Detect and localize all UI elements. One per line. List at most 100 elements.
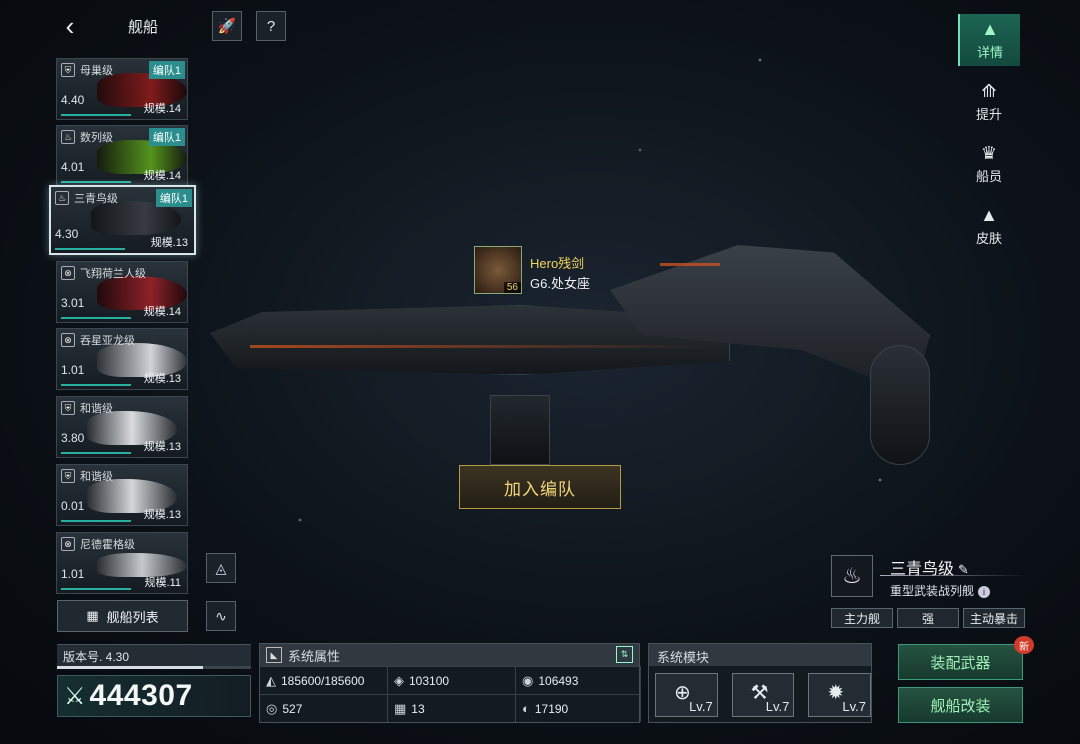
attr-speed: ◎ 527: [260, 694, 388, 722]
ship-scale: 规模.13: [143, 373, 181, 385]
attr-storage: ◐ 17190: [516, 694, 641, 722]
ship-name: 吞星亚龙级: [80, 335, 135, 347]
equip-weapons-button[interactable]: 装配武器: [898, 644, 1023, 680]
system-modules-panel: 系统模块 ⊕ Lv.7 ⚒ Lv.7 ✹ Lv.7: [648, 643, 872, 723]
page-title: 舰船: [128, 18, 159, 36]
top-bar: ‹ 舰船 🚀 ?: [56, 11, 286, 41]
ship-card[interactable]: ⛨ 和谐级 3.80 规模.13: [56, 396, 188, 458]
storage-icon: ◐: [522, 701, 530, 716]
tag-active-crit: 主动暴击: [963, 608, 1025, 628]
cross-icon: ⊗: [61, 333, 75, 347]
ship-scale: 规模.14: [143, 170, 181, 182]
join-fleet-button[interactable]: 加入编队: [459, 465, 621, 509]
version-label: 版本号. 4.30: [57, 644, 251, 666]
attr-armor: ◈ 103100: [388, 666, 516, 694]
ship-progress-bar: [61, 384, 131, 386]
tab-label: 皮肤: [975, 230, 1002, 246]
grid-icon: ▦: [394, 700, 407, 716]
question-icon: ?: [266, 17, 276, 35]
ship-card[interactable]: ⛨ 和谐级 0.01 规模.13: [56, 464, 188, 526]
ship-card[interactable]: ⛨ 母巢级 编队1 4.40 规模.14: [56, 58, 188, 120]
ship-name: 和谐级: [80, 403, 113, 415]
ship-card[interactable]: ⊗ 吞星亚龙级 1.01 规模.13: [56, 328, 188, 390]
modules-title: 系统模块: [649, 644, 871, 666]
ship-scale: 规模.13: [143, 509, 181, 521]
attributes-header: ◣ 系统属性 ⇅: [260, 644, 639, 666]
ship-list-button[interactable]: ▦ 舰船列表: [57, 600, 188, 632]
hp-icon: ◭: [266, 672, 276, 688]
module-targeting[interactable]: ⊕ Lv.7: [655, 673, 718, 717]
ship-progress-bar: [61, 114, 131, 116]
ship-card[interactable]: ⊗ 飞翔荷兰人级 3.01 规模.14: [56, 261, 188, 323]
ship-progress-bar: [61, 317, 131, 319]
fleet-badge: 编队1: [155, 189, 192, 207]
ship-version: 4.30: [55, 227, 79, 241]
ship-version: 4.40: [61, 93, 85, 107]
ship-scale: 规模.14: [143, 306, 181, 318]
skin-icon: ▲: [980, 204, 998, 225]
ship-icon: ▲: [981, 18, 999, 39]
ship-scale: 规模.11: [144, 577, 181, 589]
tab-skin[interactable]: ▲ 皮肤: [958, 200, 1020, 252]
toggle-icon[interactable]: ⇅: [616, 646, 633, 663]
ship-name: 和谐级: [80, 471, 113, 483]
ship-progress-bar: [61, 181, 131, 183]
tab-details[interactable]: ▲ 详情: [958, 14, 1020, 66]
shield-icon: ⛨: [61, 469, 75, 483]
grid-icon: ▦: [86, 608, 99, 623]
ship-progress-bar: [61, 588, 131, 590]
back-arrow-icon[interactable]: ‹: [56, 12, 84, 40]
attributes-title: 系统属性: [288, 648, 341, 664]
ship-progress-bar: [55, 248, 125, 250]
attr-shield: ◉ 106493: [516, 666, 641, 694]
ship-version: 1.01: [61, 567, 85, 581]
ship-name: 数列级: [80, 132, 113, 144]
ship-card-selected[interactable]: ♨ 三青鸟级 编队1 4.30 规模.13: [49, 185, 196, 255]
module-turret[interactable]: ⚒ Lv.7: [731, 673, 795, 717]
flame-icon: ♨: [842, 563, 862, 588]
attr-hp: ◭ 185600/185600: [260, 666, 388, 694]
upgrade-icon: ⟰: [981, 80, 997, 101]
ship-version: 1.01: [61, 363, 85, 377]
shield-icon: ◉: [522, 672, 534, 688]
shield-icon: ⛨: [61, 63, 75, 77]
crossed-swords-icon: ⚔: [64, 682, 86, 710]
version-progress-bar: [57, 666, 251, 669]
captain-avatar[interactable]: 56: [474, 246, 522, 294]
ship-tags: 主力舰 强 主动暴击: [831, 608, 1025, 628]
ship-version: 3.01: [61, 296, 85, 310]
ship-card[interactable]: ♨ 数列级 编队1 4.01 规模.14: [56, 125, 188, 187]
tab-upgrade[interactable]: ⟰ 提升: [958, 76, 1020, 128]
ship-version: 4.01: [61, 160, 85, 174]
tab-crew[interactable]: ♛ 船员: [958, 138, 1020, 190]
captain-level: 56: [503, 282, 521, 293]
ship-name: 尼德霍格级: [80, 539, 135, 551]
ship-scale: 规模.14: [143, 103, 181, 115]
rocket-button[interactable]: 🚀: [212, 11, 242, 41]
triangle-icon: ◬: [215, 559, 227, 576]
info-icon[interactable]: i: [978, 586, 991, 598]
combat-power: ⚔ 444307: [57, 675, 251, 717]
ship-scale: 规模.13: [143, 441, 181, 453]
cross-icon: ⊗: [61, 266, 75, 280]
ship-card[interactable]: ⊗ 尼德霍格级 1.01 规模.11: [56, 532, 188, 594]
module-burst[interactable]: ✹ Lv.7: [808, 673, 872, 717]
ship-version: 0.01: [61, 499, 85, 513]
tag-strong: 强: [897, 608, 959, 628]
ship-type: 重型武装战列舰: [890, 584, 975, 598]
help-button[interactable]: ?: [256, 11, 286, 41]
fleet-filter-button[interactable]: ◬: [206, 553, 236, 583]
tab-label: 提升: [975, 106, 1002, 122]
tag-main-ship: 主力舰: [831, 608, 893, 628]
ship-modify-button[interactable]: 舰船改装: [898, 687, 1023, 723]
ship-scale: 规模.13: [150, 237, 188, 249]
speed-icon: ◎: [266, 700, 278, 716]
rocket-icon: 🚀: [217, 18, 237, 35]
cross-icon: ⊗: [61, 537, 75, 551]
ship-version: 3.80: [61, 431, 85, 445]
ship-progress-bar: [61, 520, 131, 522]
shield-icon: ⛨: [61, 401, 75, 415]
ship-progress-bar: [61, 452, 131, 454]
ship-type-row: 重型武装战列舰 i: [890, 582, 991, 599]
sort-button[interactable]: ∿: [206, 601, 236, 631]
